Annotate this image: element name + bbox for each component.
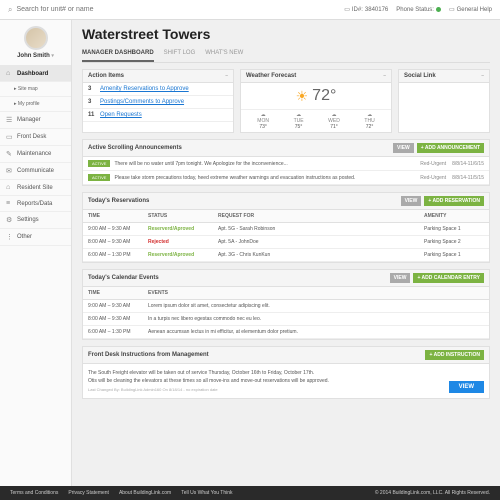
sidebar-item-other[interactable]: ⋮Other bbox=[0, 229, 71, 246]
table-row[interactable]: 6:00 AM – 1:30 PMReserverd/AprovedApt. 3… bbox=[83, 249, 489, 262]
nav-icon: ✎ bbox=[6, 150, 14, 158]
search-icon: ⌕ bbox=[8, 5, 12, 15]
frontdesk-card: Front Desk Instructions from Management … bbox=[82, 346, 490, 399]
action-items-panel: Action Items– 3Amenity Reservations to A… bbox=[82, 69, 234, 133]
status-dot-icon bbox=[436, 7, 441, 12]
calendar-card: Today's Calendar Events VIEW+ ADD CALEND… bbox=[82, 269, 490, 340]
page-title: Waterstreet Towers bbox=[82, 26, 490, 42]
nav-icon: ⌂ bbox=[6, 184, 14, 191]
table-row[interactable]: 9:00 AM – 9:30 AMReserverd/AprovedApt. 5… bbox=[83, 223, 489, 236]
action-link[interactable]: Postings/Comments to Approve bbox=[100, 99, 184, 105]
announcement-row[interactable]: ACTIVEPlease take storm precautions toda… bbox=[83, 171, 489, 185]
username[interactable]: John Smith ▾ bbox=[6, 53, 65, 59]
reservations-card: Today's Reservations VIEW+ ADD RESERVATI… bbox=[82, 192, 490, 263]
sidebar-sub-my-profile[interactable]: ▸ My profile bbox=[0, 97, 71, 112]
sidebar-item-communicate[interactable]: ✉Communicate bbox=[0, 163, 71, 180]
add-instruction-button[interactable]: + ADD INSTRUCTION bbox=[425, 350, 484, 360]
footer-link[interactable]: Terms and Conditions bbox=[10, 490, 58, 496]
social-panel: Social Link– bbox=[398, 69, 490, 133]
weather-panel: Weather Forecast– ☀72° ☁MON73°☁TUE75°☁WE… bbox=[240, 69, 392, 133]
nav-icon: ✉ bbox=[6, 167, 14, 175]
footer-link[interactable]: Tell Us What You Think bbox=[181, 490, 232, 496]
table-row[interactable]: 8:00 AM – 9:30 AMRejectedApt. 5A - JohnD… bbox=[83, 236, 489, 249]
table-row[interactable]: 6:00 AM – 1:30 PMAenean accumsan lectus … bbox=[83, 326, 489, 339]
nav-icon: ☰ bbox=[6, 116, 14, 124]
profile: John Smith ▾ bbox=[0, 20, 71, 66]
search-input[interactable] bbox=[16, 6, 344, 13]
nav-icon: ⋮ bbox=[6, 233, 14, 241]
add-announcement-button[interactable]: + ADD ANNOUNCEMENT bbox=[417, 143, 484, 153]
tab-manager-dashboard[interactable]: MANAGER DASHBOARD bbox=[82, 46, 154, 62]
nav-icon: ▭ bbox=[6, 133, 14, 141]
sidebar-item-manager[interactable]: ☰Manager bbox=[0, 112, 71, 129]
avatar[interactable] bbox=[24, 26, 48, 50]
footer: Terms and Conditions Privacy Statement Abo… bbox=[0, 486, 500, 500]
content: Waterstreet Towers MANAGER DASHBOARD SHIF… bbox=[72, 20, 500, 486]
action-link[interactable]: Amenity Reservations to Approve bbox=[100, 86, 189, 92]
nav-icon: ⚙ bbox=[6, 216, 14, 224]
announcements-card: Active Scrolling Announcements VIEW+ ADD… bbox=[82, 139, 490, 186]
help-link[interactable]: ▭ General Help bbox=[449, 6, 492, 13]
sidebar-item-dashboard[interactable]: ⌂Dashboard bbox=[0, 66, 71, 82]
announcement-row[interactable]: ACTIVEThere will be no water until 7pm t… bbox=[83, 157, 489, 171]
sidebar-item-settings[interactable]: ⚙Settings bbox=[0, 212, 71, 229]
sidebar: John Smith ▾ ⌂Dashboard▸ Site map▸ My pr… bbox=[0, 20, 72, 486]
weather-icon: ☀ bbox=[296, 88, 309, 105]
id-display: ▭ ID#: 3840176 bbox=[344, 6, 388, 13]
footer-link[interactable]: Privacy Statement bbox=[68, 490, 109, 496]
sidebar-item-resident-site[interactable]: ⌂Resident Site bbox=[0, 180, 71, 196]
tabs: MANAGER DASHBOARD SHIFT LOG WHAT'S NEW bbox=[82, 46, 490, 63]
nav-icon: ⌂ bbox=[6, 70, 14, 77]
view-button[interactable]: VIEW bbox=[393, 143, 414, 153]
add-calendar-button[interactable]: + ADD CALENDAR ENTRY bbox=[413, 273, 484, 283]
table-row[interactable]: 9:00 AM – 9:30 AMLorem ipsum dolor sit a… bbox=[83, 300, 489, 313]
table-row[interactable]: 8:00 AM – 9:30 AMIn a turpis nec libero … bbox=[83, 313, 489, 326]
view-button[interactable]: VIEW bbox=[390, 273, 411, 283]
view-button[interactable]: VIEW bbox=[401, 196, 422, 206]
topbar: ⌕ ▭ ID#: 3840176 Phone Status: ▭ General… bbox=[0, 0, 500, 20]
tab-shift-log[interactable]: SHIFT LOG bbox=[164, 46, 196, 62]
add-reservation-button[interactable]: + ADD RESERVATION bbox=[424, 196, 484, 206]
footer-link[interactable]: About BuildingLink.com bbox=[119, 490, 171, 496]
view-button[interactable]: VIEW bbox=[449, 381, 484, 393]
nav-icon: ≡ bbox=[6, 200, 14, 207]
tab-what-s-new[interactable]: WHAT'S NEW bbox=[205, 46, 243, 62]
action-link[interactable]: Open Requests bbox=[100, 112, 142, 118]
sidebar-item-front-desk[interactable]: ▭Front Desk bbox=[0, 129, 71, 146]
sidebar-item-maintenance[interactable]: ✎Maintenance bbox=[0, 146, 71, 163]
phone-status: Phone Status: bbox=[396, 7, 441, 13]
sidebar-item-reports-data[interactable]: ≡Reports/Data bbox=[0, 196, 71, 212]
sidebar-sub-site-map[interactable]: ▸ Site map bbox=[0, 82, 71, 97]
